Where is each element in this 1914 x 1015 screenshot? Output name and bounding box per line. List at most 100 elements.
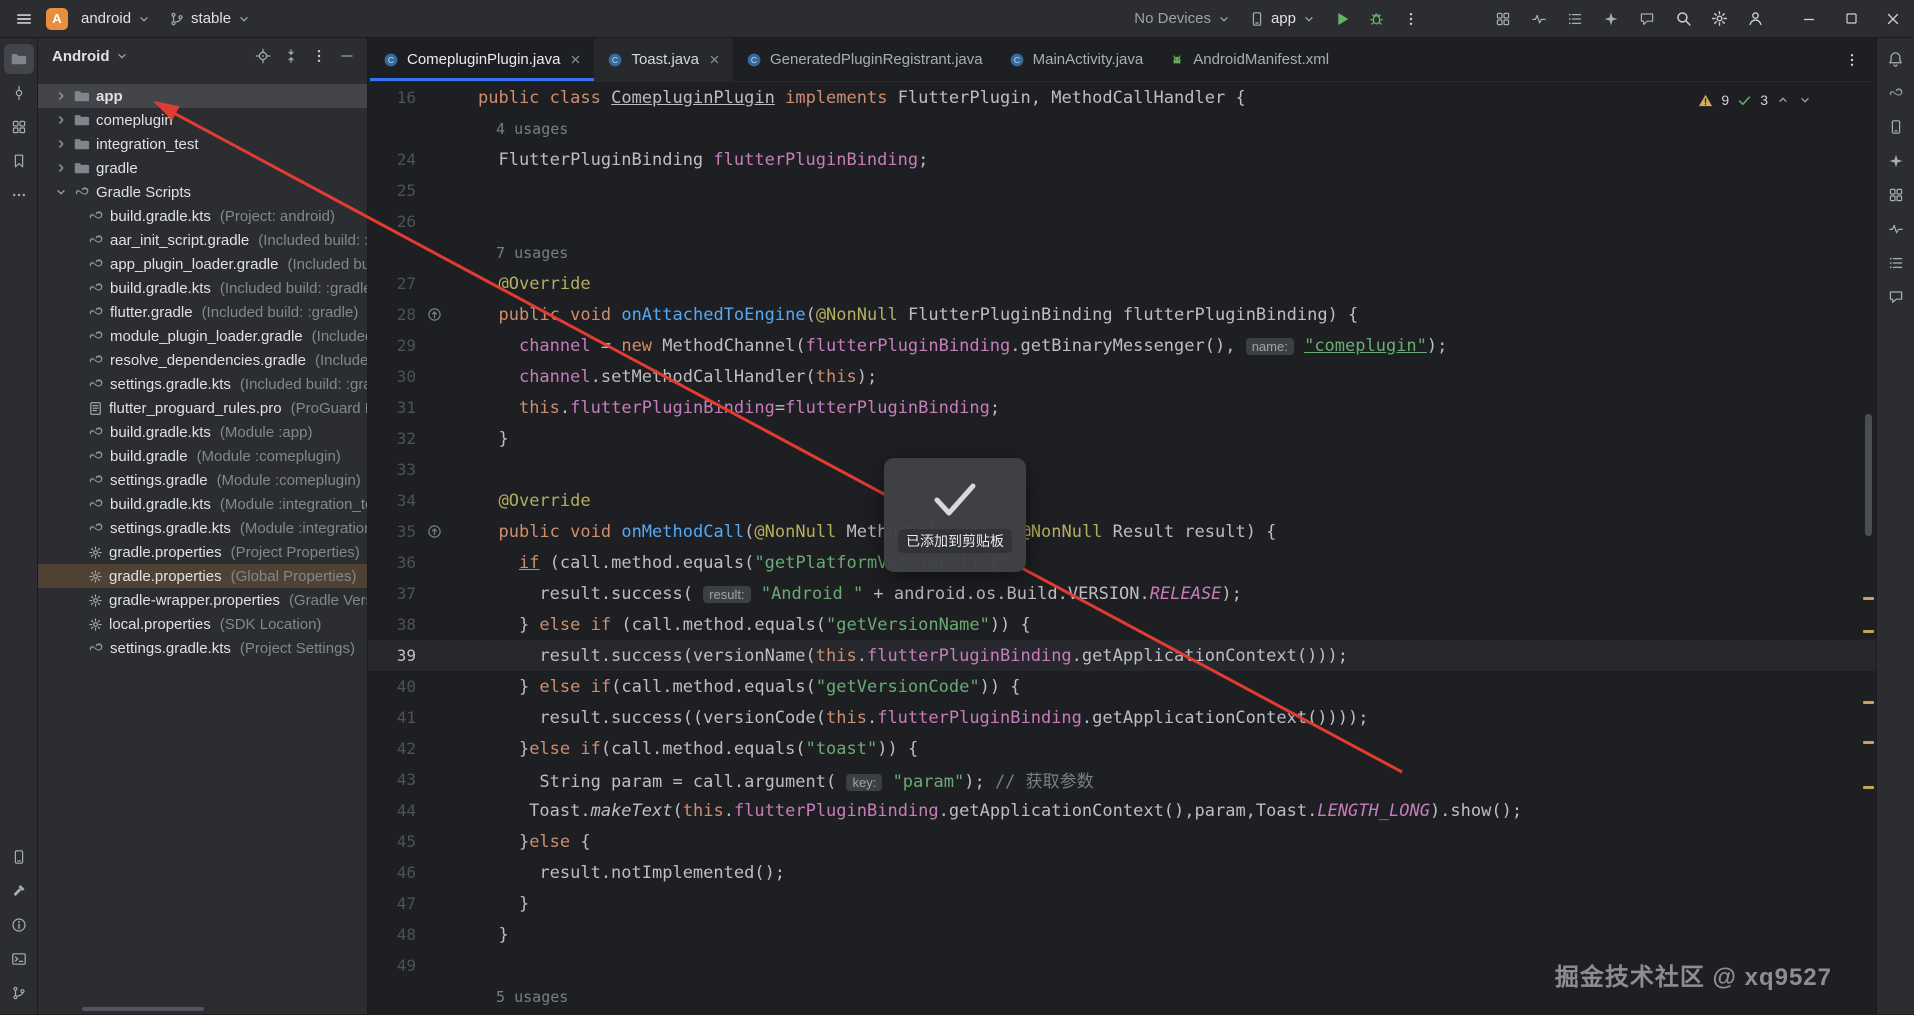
line-number[interactable]: 35: [368, 522, 416, 541]
settings-button[interactable]: [1704, 4, 1734, 34]
chat-button[interactable]: [1632, 4, 1662, 34]
tree-item-gradle-properties[interactable]: gradle.properties (Project Properties): [38, 540, 367, 564]
line-number[interactable]: 44: [368, 801, 416, 820]
select-opened-file-icon[interactable]: [255, 48, 271, 64]
line-number[interactable]: 37: [368, 584, 416, 603]
tab-mainactivity-java[interactable]: C MainActivity.java: [996, 38, 1157, 81]
code-line-48[interactable]: 48 }: [368, 919, 1876, 950]
gradle-button[interactable]: [1881, 78, 1911, 108]
tree-item-build-gradle[interactable]: build.gradle (Module :comeplugin): [38, 444, 367, 468]
code-line-39[interactable]: 39 result.success(versionName(this.flutt…: [368, 640, 1876, 671]
tree-item-build-gradle-kts[interactable]: build.gradle.kts (Included build: :gradle…: [38, 276, 367, 300]
bookmarks-button[interactable]: [4, 146, 34, 176]
line-number[interactable]: 26: [368, 212, 416, 231]
line-number[interactable]: 16: [368, 88, 416, 107]
main-menu-button[interactable]: [8, 6, 40, 32]
code-line-42[interactable]: 42 }else if(call.method.equals("toast"))…: [368, 733, 1876, 764]
usages-hint[interactable]: 5 usages: [496, 988, 568, 1006]
more-options-icon[interactable]: [311, 48, 327, 64]
warning-stripe-mark[interactable]: [1863, 786, 1874, 789]
line-number[interactable]: 34: [368, 491, 416, 510]
run-button[interactable]: [1327, 7, 1357, 31]
warning-stripe-mark[interactable]: [1863, 597, 1874, 600]
close-button[interactable]: [1872, 0, 1914, 38]
line-number[interactable]: 49: [368, 956, 416, 975]
line-number[interactable]: 41: [368, 708, 416, 727]
layout-inspector-button[interactable]: [1881, 180, 1911, 210]
tab-comepluginplugin-java[interactable]: C ComepluginPlugin.java: [370, 38, 594, 81]
line-number[interactable]: 40: [368, 677, 416, 696]
more-tools-button[interactable]: [4, 180, 34, 210]
project-selector[interactable]: android: [74, 6, 158, 31]
code-line-35[interactable]: 35 public void onMethodCall(@NonNull Met…: [368, 516, 1876, 547]
line-number[interactable]: 30: [368, 367, 416, 386]
tree-item-gradle[interactable]: gradle: [38, 156, 367, 180]
usages-hint[interactable]: 7 usages: [496, 244, 568, 262]
code-line-33[interactable]: 33: [368, 454, 1876, 485]
line-number[interactable]: 32: [368, 429, 416, 448]
tree-item-gradle-scripts[interactable]: Gradle Scripts: [38, 180, 367, 204]
tab-toast-java[interactable]: C Toast.java: [594, 38, 733, 81]
tree-item-app[interactable]: app: [38, 84, 367, 108]
line-number[interactable]: 31: [368, 398, 416, 417]
collapse-all-icon[interactable]: [283, 48, 299, 64]
tree-item-build-gradle-kts[interactable]: build.gradle.kts (Project: android): [38, 204, 367, 228]
line-number[interactable]: 36: [368, 553, 416, 572]
tree-item-settings-gradle-kts[interactable]: settings.gradle.kts (Included build: :gra…: [38, 372, 367, 396]
line-number[interactable]: 33: [368, 460, 416, 479]
tree-item-gradle-wrapper-properties[interactable]: gradle-wrapper.properties (Gradle Version…: [38, 588, 367, 612]
warning-stripe-mark[interactable]: [1863, 701, 1874, 704]
tree-item-resolve-dependencies-gradle[interactable]: resolve_dependencies.gradle (Included bui…: [38, 348, 367, 372]
line-number[interactable]: 46: [368, 863, 416, 882]
tree-item-local-properties[interactable]: local.properties (SDK Location): [38, 612, 367, 636]
tree-item-settings-gradle-kts[interactable]: settings.gradle.kts (Module :integration_…: [38, 516, 367, 540]
version-control-button[interactable]: [4, 978, 34, 1008]
line-number[interactable]: 42: [368, 739, 416, 758]
code-line-16[interactable]: 16 public class ComepluginPlugin implemen…: [368, 82, 1876, 113]
line-number[interactable]: 39: [368, 646, 416, 665]
profiler-button[interactable]: [1524, 4, 1554, 34]
run-config-selector[interactable]: app: [1242, 6, 1323, 31]
terminal-button[interactable]: [4, 944, 34, 974]
vcs-widget[interactable]: stable: [162, 6, 258, 31]
tree-item-aar-init-script-gradle[interactable]: aar_init_script.gradle (Included build: :…: [38, 228, 367, 252]
tree-item-build-gradle-kts[interactable]: build.gradle.kts (Module :integration_tes…: [38, 492, 367, 516]
code-line-30[interactable]: 30 channel.setMethodCallHandler(this);: [368, 361, 1876, 392]
code-line-26[interactable]: 26: [368, 206, 1876, 237]
logcat-button[interactable]: [1560, 4, 1590, 34]
tree-item-comeplugin[interactable]: comeplugin: [38, 108, 367, 132]
tree-item-integration-test[interactable]: integration_test: [38, 132, 367, 156]
close-tab-icon[interactable]: [570, 54, 581, 65]
close-tab-icon[interactable]: [709, 54, 720, 65]
code-line-24[interactable]: 24 FlutterPluginBinding flutterPluginBin…: [368, 144, 1876, 175]
assistant-chat-button[interactable]: [1881, 282, 1911, 312]
debug-button[interactable]: [1361, 6, 1392, 31]
code-line-43[interactable]: 43 String param = call.argument( key: "p…: [368, 764, 1876, 795]
line-number[interactable]: 43: [368, 770, 416, 789]
usages-inlay-row[interactable]: 7 usages: [368, 237, 1876, 268]
running-devices-button[interactable]: [4, 842, 34, 872]
more-actions-button[interactable]: [1396, 7, 1426, 31]
minimize-button[interactable]: [1788, 0, 1830, 38]
ai-assistant-button[interactable]: [1881, 146, 1911, 176]
code-line-45[interactable]: 45 }else {: [368, 826, 1876, 857]
line-number[interactable]: 45: [368, 832, 416, 851]
editor-scrollbar[interactable]: [1865, 414, 1872, 536]
device-selector[interactable]: No Devices: [1127, 6, 1238, 31]
code-line-37[interactable]: 37 result.success( result: "Android " + …: [368, 578, 1876, 609]
chevron-right-icon[interactable]: [54, 113, 68, 127]
line-number[interactable]: 38: [368, 615, 416, 634]
app-insights-button[interactable]: [1881, 214, 1911, 244]
code-line-27[interactable]: 27 @Override: [368, 268, 1876, 299]
hide-panel-icon[interactable]: [339, 48, 355, 64]
search-button[interactable]: [1668, 4, 1698, 34]
problems-button[interactable]: [4, 910, 34, 940]
tree-item-module-plugin-loader-gradle[interactable]: module_plugin_loader.gradle (Included bui…: [38, 324, 367, 348]
code-line-44[interactable]: 44 Toast.makeText(this.flutterPluginBind…: [368, 795, 1876, 826]
maximize-button[interactable]: [1830, 0, 1872, 38]
tree-item-build-gradle-kts[interactable]: build.gradle.kts (Module :app): [38, 420, 367, 444]
code-line-34[interactable]: 34 @Override: [368, 485, 1876, 516]
commit-button[interactable]: [4, 78, 34, 108]
previous-problem-icon[interactable]: [1776, 93, 1790, 107]
line-number[interactable]: 48: [368, 925, 416, 944]
